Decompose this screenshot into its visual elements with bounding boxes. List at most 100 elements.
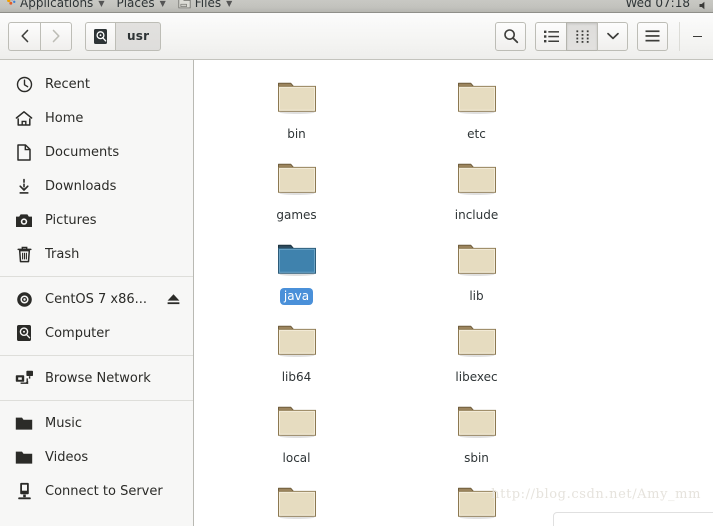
chevron-down-icon: ▼ [226, 0, 233, 8]
sidebar-item-label: Recent [45, 76, 90, 92]
sidebar-item-label: Browse Network [45, 370, 151, 386]
window-body: Recent Home Documents Downloads Pictures… [0, 60, 713, 526]
sidebar-item-videos[interactable]: Videos [0, 440, 193, 474]
folder-icon [453, 315, 501, 363]
applications-menu-label: Applications [20, 0, 94, 10]
forward-button[interactable] [40, 21, 72, 51]
navigation-buttons [8, 21, 72, 51]
folder-icon [273, 153, 321, 201]
sidebar-item-music[interactable]: Music [0, 406, 193, 440]
sidebar-separator [0, 400, 193, 401]
watermark-text: http://blog.csdn.net/Amy_mm [491, 487, 701, 502]
sidebar-item-label: Computer [45, 325, 110, 341]
folder-icon-selected [273, 234, 321, 282]
file-item-selected[interactable]: java [219, 230, 374, 311]
places-sidebar[interactable]: Recent Home Documents Downloads Pictures… [0, 60, 194, 526]
file-item[interactable]: share [219, 473, 374, 526]
applications-menu[interactable]: Applications ▼ [0, 0, 110, 10]
folder-icon [273, 477, 321, 525]
search-button[interactable] [495, 21, 526, 51]
sidebar-item-trash[interactable]: Trash [0, 237, 193, 271]
minimize-button[interactable] [689, 26, 705, 46]
gnome-logo-icon [7, 0, 16, 5]
file-item[interactable]: lib64 [219, 311, 374, 392]
file-item[interactable]: lib [399, 230, 554, 311]
folder-icon [14, 413, 34, 433]
main-menu-button[interactable] [637, 21, 668, 51]
file-label: etc [467, 127, 486, 141]
chevron-right-icon [52, 29, 60, 43]
files-window: usr Recent Home Documents Downloads Pict… [0, 13, 713, 527]
folder-icon [453, 72, 501, 120]
sidebar-item-documents[interactable]: Documents [0, 135, 193, 169]
clock-icon [14, 74, 34, 94]
folder-icon [14, 447, 34, 467]
files-app-menu[interactable]: Files ▼ [172, 0, 239, 10]
sidebar-separator [0, 355, 193, 356]
desktop-screen: Applications ▼ Places ▼ Files ▼ Wed 07:1… [0, 0, 713, 527]
file-item[interactable]: libexec [399, 311, 554, 392]
top-panel-status: Wed 07:18 [625, 0, 713, 12]
computer-drive-icon [14, 323, 34, 343]
file-label: java [279, 288, 314, 305]
search-icon [503, 29, 518, 44]
view-options-button[interactable] [597, 21, 628, 51]
breadcrumb: usr [85, 21, 162, 51]
volume-icon[interactable] [698, 0, 710, 11]
sidebar-separator [0, 276, 193, 277]
list-view-icon [543, 30, 559, 42]
sidebar-item-centos-disc[interactable]: CentOS 7 x86... [0, 282, 193, 316]
file-label: lib [469, 289, 484, 303]
breadcrumb-item-usr[interactable]: usr [115, 21, 162, 51]
sidebar-item-recent[interactable]: Recent [0, 67, 193, 101]
file-item[interactable]: local [219, 392, 374, 473]
file-item[interactable]: etc [399, 68, 554, 149]
view-mode-buttons [535, 21, 628, 51]
sidebar-item-label: Connect to Server [45, 483, 163, 499]
hamburger-menu-icon [645, 30, 660, 42]
file-label: games [276, 208, 317, 222]
server-icon [14, 481, 34, 501]
chevron-down-icon [606, 32, 619, 40]
breadcrumb-item-computer[interactable] [85, 21, 115, 51]
top-panel-menus: Applications ▼ Places ▼ Files ▼ [0, 0, 239, 12]
folder-icon [273, 396, 321, 444]
files-app-icon [178, 0, 191, 9]
eject-icon[interactable] [163, 289, 183, 309]
grid-view-button[interactable] [566, 21, 597, 51]
computer-drive-icon [94, 28, 107, 44]
sidebar-item-home[interactable]: Home [0, 101, 193, 135]
panel-clock[interactable]: Wed 07:18 [625, 0, 698, 10]
sidebar-item-pictures[interactable]: Pictures [0, 203, 193, 237]
places-menu-label: Places [116, 0, 155, 10]
sidebar-item-label: Documents [45, 144, 120, 160]
document-icon [14, 142, 34, 162]
list-view-button[interactable] [535, 21, 566, 51]
file-grid: bin etc games include java lib lib64 lib… [194, 60, 712, 526]
sidebar-item-connect-to-server[interactable]: Connect to Server [0, 474, 193, 508]
sidebar-item-computer[interactable]: Computer [0, 316, 193, 350]
sidebar-item-label: CentOS 7 x86... [45, 291, 148, 307]
background-popup-outline [553, 512, 713, 526]
folder-icon [273, 72, 321, 120]
file-item[interactable]: games [219, 149, 374, 230]
file-label: libexec [455, 370, 498, 384]
file-item[interactable]: sbin [399, 392, 554, 473]
sidebar-item-label: Pictures [45, 212, 97, 228]
grid-view-icon [575, 29, 589, 43]
sidebar-item-downloads[interactable]: Downloads [0, 169, 193, 203]
places-menu[interactable]: Places ▼ [110, 0, 171, 10]
optical-disc-icon [14, 289, 34, 309]
sidebar-item-browse-network[interactable]: Browse Network [0, 361, 193, 395]
chevron-down-icon: ▼ [159, 0, 166, 8]
file-icon-view[interactable]: bin etc games include java lib lib64 lib… [194, 60, 713, 526]
file-label: include [454, 208, 499, 222]
folder-icon [453, 153, 501, 201]
camera-icon [14, 210, 34, 230]
file-item[interactable]: bin [219, 68, 374, 149]
back-button[interactable] [8, 21, 40, 51]
folder-icon [453, 396, 501, 444]
files-headerbar: usr [0, 13, 713, 60]
chevron-down-icon: ▼ [98, 0, 105, 8]
file-item[interactable]: include [399, 149, 554, 230]
